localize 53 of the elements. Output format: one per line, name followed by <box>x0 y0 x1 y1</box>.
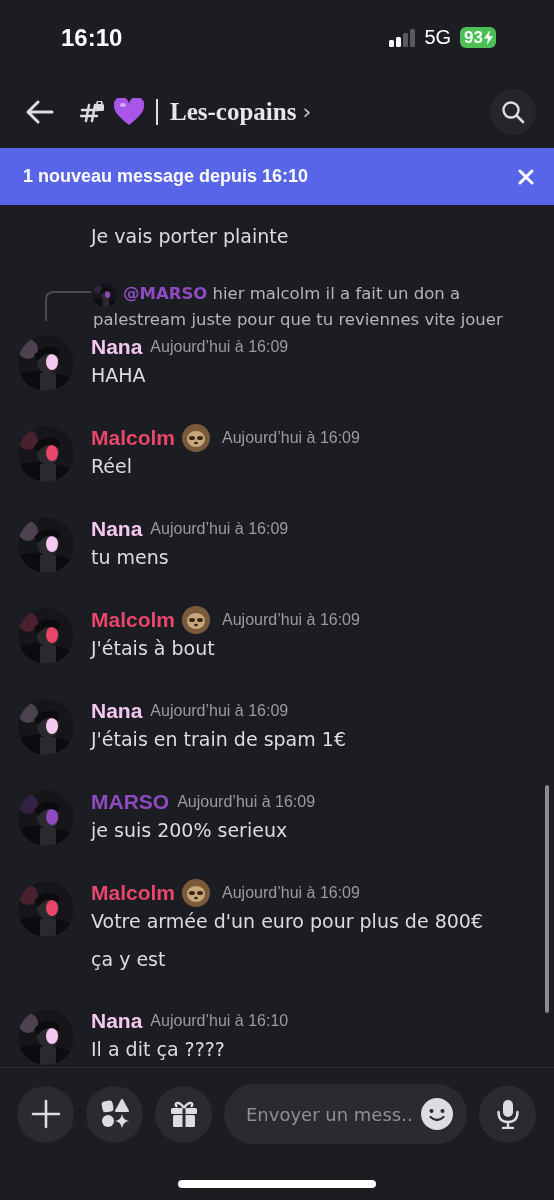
sloth-icon <box>181 423 212 453</box>
shapes-icon <box>99 1099 130 1129</box>
timestamp: Aujourd’hui à 16:09 <box>177 793 316 811</box>
plus-icon <box>30 1099 61 1129</box>
username[interactable]: Malcolm <box>91 881 176 905</box>
chevron-icon[interactable]: › <box>302 99 312 124</box>
clock-time: 16:10 <box>61 23 123 52</box>
sloth-icon <box>181 605 212 635</box>
banner-text: 1 nouveau message depuis 16:10 <box>23 166 309 187</box>
battery-indicator: 93 <box>460 27 496 48</box>
message-text: je suis 200% serieux <box>91 818 289 843</box>
message-text: ça y est <box>91 947 167 972</box>
username[interactable]: Malcolm <box>91 608 176 632</box>
username[interactable]: Nana <box>91 699 143 723</box>
timestamp: Aujourd’hui à 16:09 <box>150 520 289 538</box>
timestamp: Aujourd’hui à 16:10 <box>150 1012 289 1030</box>
microphone-icon <box>495 1099 520 1129</box>
message-text: J'étais à bout <box>91 636 216 661</box>
bolt-icon <box>484 30 493 45</box>
sloth-icon <box>181 878 212 908</box>
locked-channel-icon <box>80 100 104 123</box>
message-input[interactable]: Envoyer un mess.. <box>244 1102 415 1126</box>
message-text: Il a dit ça ???? <box>91 1037 226 1062</box>
timestamp: Aujourd’hui à 16:09 <box>222 429 360 447</box>
reply-connector <box>45 291 91 321</box>
message-text: J'étais en train de spam 1€ <box>91 727 346 752</box>
heart-icon <box>114 97 144 126</box>
username[interactable]: Nana <box>91 1009 143 1033</box>
gift-icon <box>168 1099 199 1129</box>
message-field[interactable]: Envoyer un mess.. <box>224 1084 467 1144</box>
new-message-banner[interactable]: 1 nouveau message depuis 16:10 <box>0 148 554 205</box>
reply-preview[interactable]: @MARSO hier malcolm il a fait un don a palestream juste pour que tu reviennes vite jouer <box>93 281 554 333</box>
network-label: 5G <box>424 26 452 49</box>
message-text: Je vais porter plainte <box>91 224 290 249</box>
message-text: tu mens <box>91 545 170 570</box>
message-text: Réel <box>91 454 133 479</box>
timestamp: Aujourd’hui à 16:09 <box>150 702 289 720</box>
timestamp: Aujourd’hui à 16:09 <box>222 884 360 902</box>
timestamp: Aujourd’hui à 16:09 <box>222 611 360 629</box>
emoji-icon[interactable] <box>421 1098 453 1130</box>
message-text: Votre armée d'un euro pour plus de 800€ <box>91 909 483 934</box>
username[interactable]: Malcolm <box>91 426 176 450</box>
timestamp: Aujourd’hui à 16:09 <box>150 338 289 356</box>
signal-icon <box>389 28 416 47</box>
username[interactable]: Nana <box>91 517 143 541</box>
scrollbar[interactable] <box>545 785 549 1013</box>
channel-title[interactable]: Les-copains <box>170 97 297 126</box>
back-arrow-icon <box>26 99 54 124</box>
close-icon[interactable] <box>518 168 534 185</box>
search-icon <box>501 99 525 124</box>
search-button[interactable] <box>490 88 536 135</box>
username[interactable]: Nana <box>91 335 143 359</box>
message-text: HAHA <box>91 363 147 388</box>
